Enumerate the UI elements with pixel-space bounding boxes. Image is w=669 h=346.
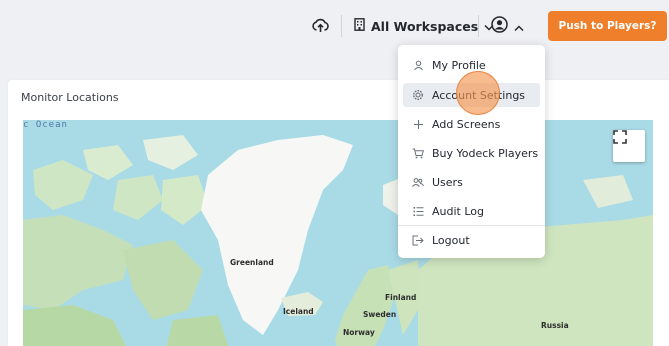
menu-item-my-profile[interactable]: My Profile (403, 53, 540, 77)
menu-item-audit-log[interactable]: Audit Log (403, 199, 540, 223)
logout-icon (412, 234, 424, 246)
menu-item-label: Add Screens (432, 117, 501, 131)
user-icon (412, 59, 424, 71)
map-label-finland: Finland (385, 293, 417, 302)
cart-icon (412, 147, 424, 159)
monitor-locations-card: Monitor Locations c Ocean Greenland Icel… (8, 80, 669, 346)
menu-item-users[interactable]: Users (403, 170, 540, 194)
map-label-sweden: Sweden (363, 310, 397, 319)
map[interactable]: c Ocean Greenland Iceland Finland Sweden… (23, 120, 653, 346)
map-ocean-label: c Ocean (23, 120, 68, 130)
menu-item-add-screens[interactable]: Add Screens (403, 112, 540, 136)
menu-item-logout[interactable]: Logout (403, 228, 540, 252)
workspace-selector[interactable]: All Workspaces (354, 14, 494, 38)
divider (341, 15, 342, 37)
menu-item-label: Logout (432, 233, 470, 247)
map-label-iceland: Iceland (283, 307, 314, 316)
menu-item-buy-players[interactable]: Buy Yodeck Players (403, 141, 540, 165)
user-circle-icon (491, 15, 508, 37)
menu-item-label: Audit Log (432, 204, 484, 218)
fullscreen-button[interactable] (613, 130, 645, 162)
top-bar: All Workspaces Push to Players? (0, 0, 669, 54)
list-icon (412, 205, 424, 217)
map-label-russia: Russia (541, 321, 569, 330)
plus-icon (412, 118, 424, 130)
chevron-up-icon (514, 17, 524, 36)
map-label-norway: Norway (343, 328, 375, 337)
map-label-greenland: Greenland (230, 258, 274, 267)
divider (478, 15, 479, 37)
menu-item-label: My Profile (432, 58, 486, 72)
workspace-label: All Workspaces (371, 18, 479, 34)
menu-item-label: Buy Yodeck Players (432, 146, 539, 160)
account-dropdown-menu: My Profile Account Settings Add Screens … (398, 45, 545, 258)
gear-icon (412, 89, 424, 101)
menu-divider (398, 225, 545, 226)
card-title: Monitor Locations (21, 91, 119, 104)
push-to-players-button[interactable]: Push to Players? (548, 11, 667, 41)
map-land (23, 135, 653, 346)
building-icon (354, 18, 365, 34)
users-icon (412, 176, 424, 188)
cloud-upload-icon[interactable] (309, 14, 331, 36)
account-menu-toggle[interactable] (491, 14, 524, 38)
menu-item-label: Users (432, 175, 463, 189)
menu-item-account-settings[interactable]: Account Settings (403, 83, 540, 107)
menu-item-label: Account Settings (432, 88, 526, 102)
